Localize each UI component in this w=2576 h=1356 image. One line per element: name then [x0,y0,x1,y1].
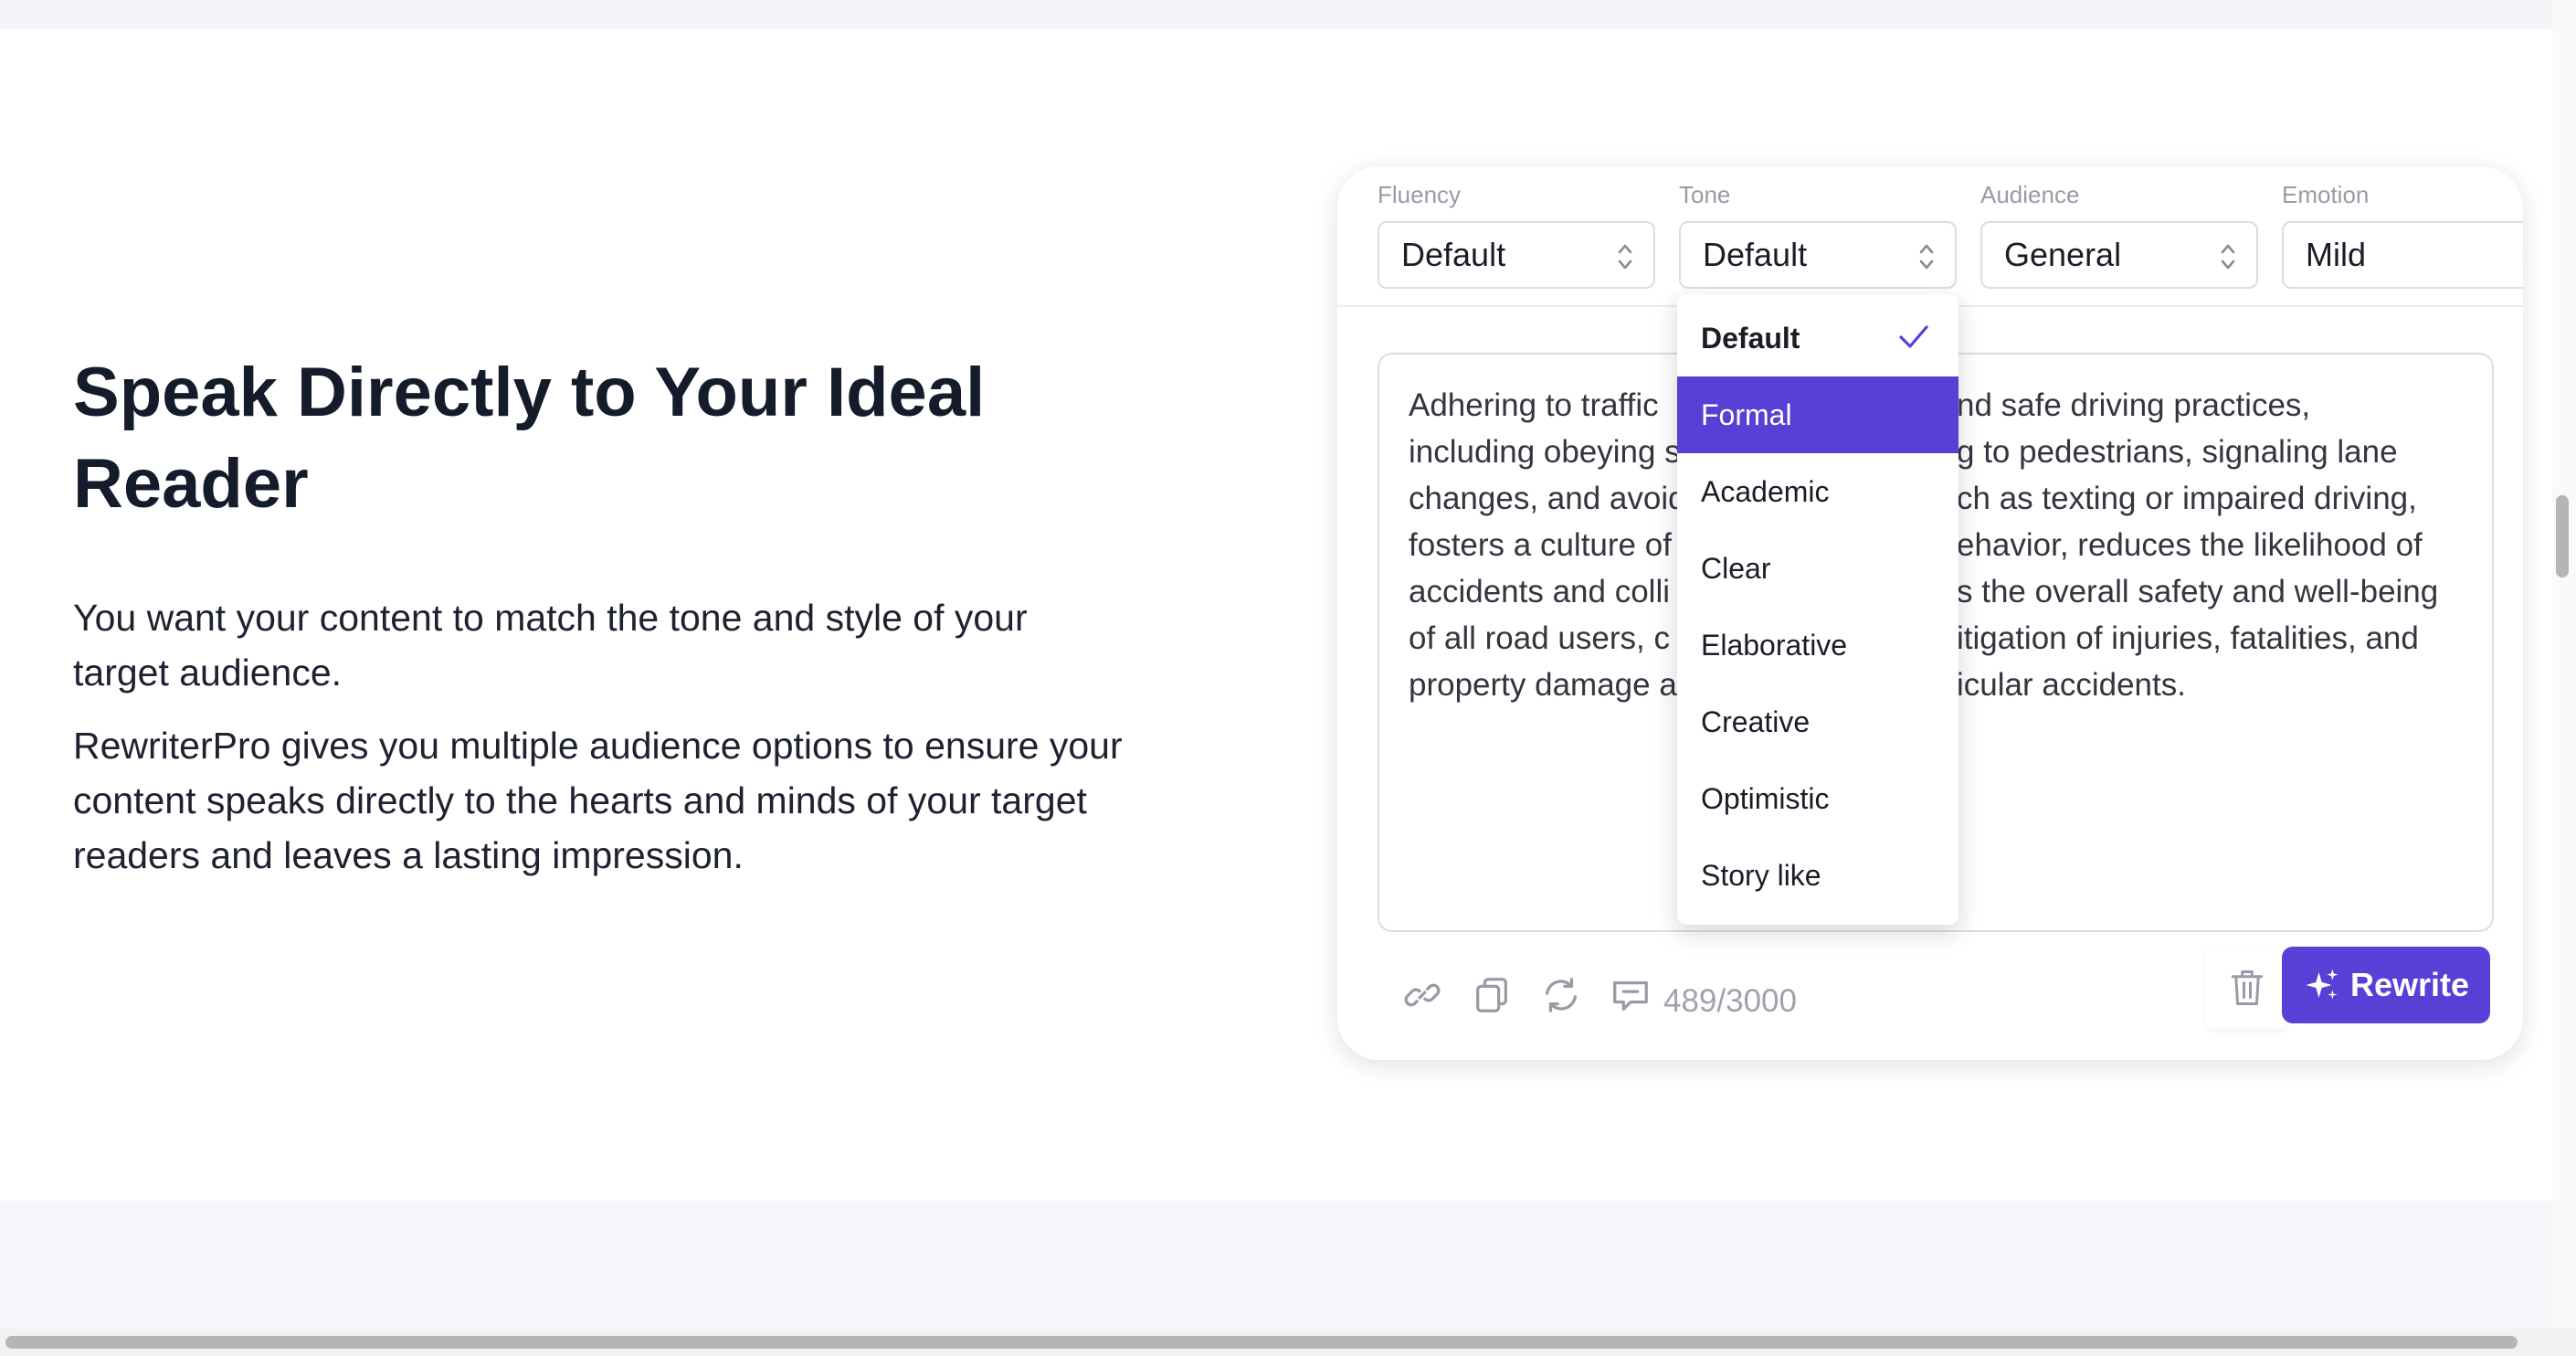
editor-text-continued: nd safe driving practices, g to pedestri… [1957,387,2439,703]
vertical-scrollbar[interactable] [2552,0,2576,1356]
tone-control: Tone Default [1679,179,1957,289]
options-bar: Fluency Default Tone Default Audience Ge… [1337,166,2523,307]
tone-option-elaborative[interactable]: Elaborative [1677,607,1958,683]
emotion-select[interactable]: Mild [2282,221,2523,289]
audience-label: Audience [1980,181,2080,208]
tone-option-academic[interactable]: Academic [1677,453,1958,530]
feedback-icon[interactable] [1610,974,1652,1016]
emotion-value: Mild [2306,236,2367,273]
refresh-icon[interactable] [1540,974,1582,1016]
audience-select[interactable]: General [1980,221,2258,289]
tone-label: Tone [1679,181,1731,208]
tone-option-creative[interactable]: Creative [1677,683,1958,760]
fluency-select[interactable]: Default [1378,221,1655,289]
link-icon[interactable] [1401,974,1443,1016]
sparkle-icon [2306,969,2338,1000]
intro-paragraph: You want your content to match the tone … [73,597,1028,694]
emotion-label: Emotion [2282,181,2370,208]
horizontal-scroll-thumb[interactable] [5,1336,2518,1349]
tone-option-optimistic[interactable]: Optimistic [1677,760,1958,837]
chevron-updown-icon [2522,251,2523,262]
clear-button[interactable] [2206,947,2288,1029]
fluency-value: Default [1401,236,1506,273]
audience-value: General [2004,236,2122,273]
rewrite-button[interactable]: Rewrite [2282,947,2490,1023]
fluency-label: Fluency [1378,181,1462,208]
chevron-updown-icon [1919,244,1934,270]
chevron-updown-icon [1618,244,1632,270]
editor-toolbar: 489/3000 Rewrite [1337,947,2523,1038]
tone-dropdown-menu: Default Formal Academic Clear Elaborativ… [1677,294,1958,925]
fluency-control: Fluency Default [1378,179,1655,289]
description-paragraph: RewriterPro gives you multiple audience … [73,725,1123,876]
trash-icon [2231,970,2264,1005]
vertical-scroll-thumb[interactable] [2556,495,2569,577]
audience-control: Audience General [1980,179,2258,289]
tone-option-formal[interactable]: Formal [1677,376,1958,453]
tone-value: Default [1703,236,1808,273]
top-band [0,0,2552,29]
checkmark-icon [1899,325,1928,348]
tone-option-default[interactable]: Default [1677,300,1958,376]
bottom-band [0,1201,2552,1329]
emotion-control: Emotion Mild [2282,179,2523,289]
tone-select[interactable]: Default [1679,221,1957,289]
tone-option-story-like[interactable]: Story like [1677,837,1958,914]
copy-icon[interactable] [1471,974,1513,1016]
rewrite-label: Rewrite [2349,966,2470,1003]
character-counter: 489/3000 [1663,983,1797,1019]
tone-option-clear[interactable]: Clear [1677,530,1958,607]
chevron-updown-icon [2221,244,2235,270]
section-heading: Speak Directly to Your Ideal Reader [73,354,986,523]
